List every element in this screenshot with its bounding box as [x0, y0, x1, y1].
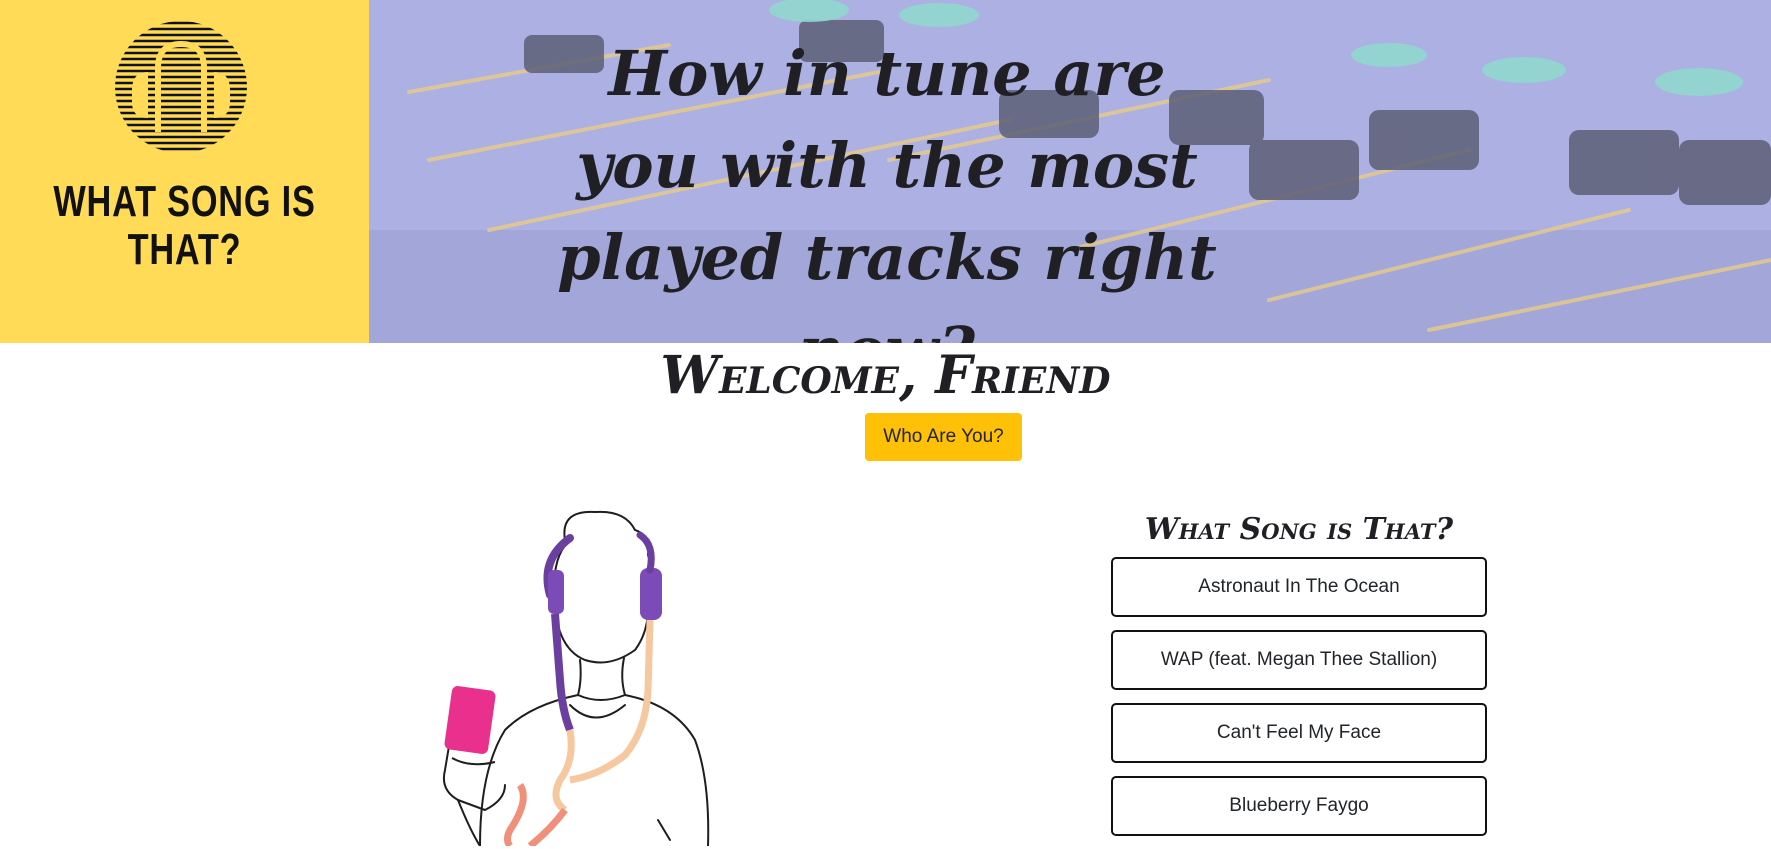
quiz-panel: What Song is That? Astronaut In The Ocea…: [1111, 505, 1487, 849]
song-option-button[interactable]: Blueberry Faygo: [1111, 776, 1487, 836]
hero-headline: How in tune are you with the most played…: [557, 37, 1217, 343]
song-option-button[interactable]: WAP (feat. Megan Thee Stallion): [1111, 630, 1487, 690]
header: WHAT SONG IS THAT? How in tune are you w…: [0, 0, 1771, 343]
quiz-title: What Song is That?: [1144, 512, 1454, 547]
who-are-you-button[interactable]: Who Are You?: [865, 413, 1022, 461]
welcome-heading: Welcome, Friend: [660, 345, 1111, 406]
hero-banner: How in tune are you with the most played…: [369, 0, 1771, 343]
song-option-button[interactable]: Astronaut In The Ocean: [1111, 557, 1487, 617]
app-title: WHAT SONG IS THAT?: [53, 177, 316, 274]
song-option-button[interactable]: Can't Feel My Face: [1111, 703, 1487, 763]
headphones-logo-icon: [115, 21, 247, 153]
logo-panel: WHAT SONG IS THAT?: [0, 0, 369, 343]
person-with-headphones-illustration: [442, 510, 710, 846]
